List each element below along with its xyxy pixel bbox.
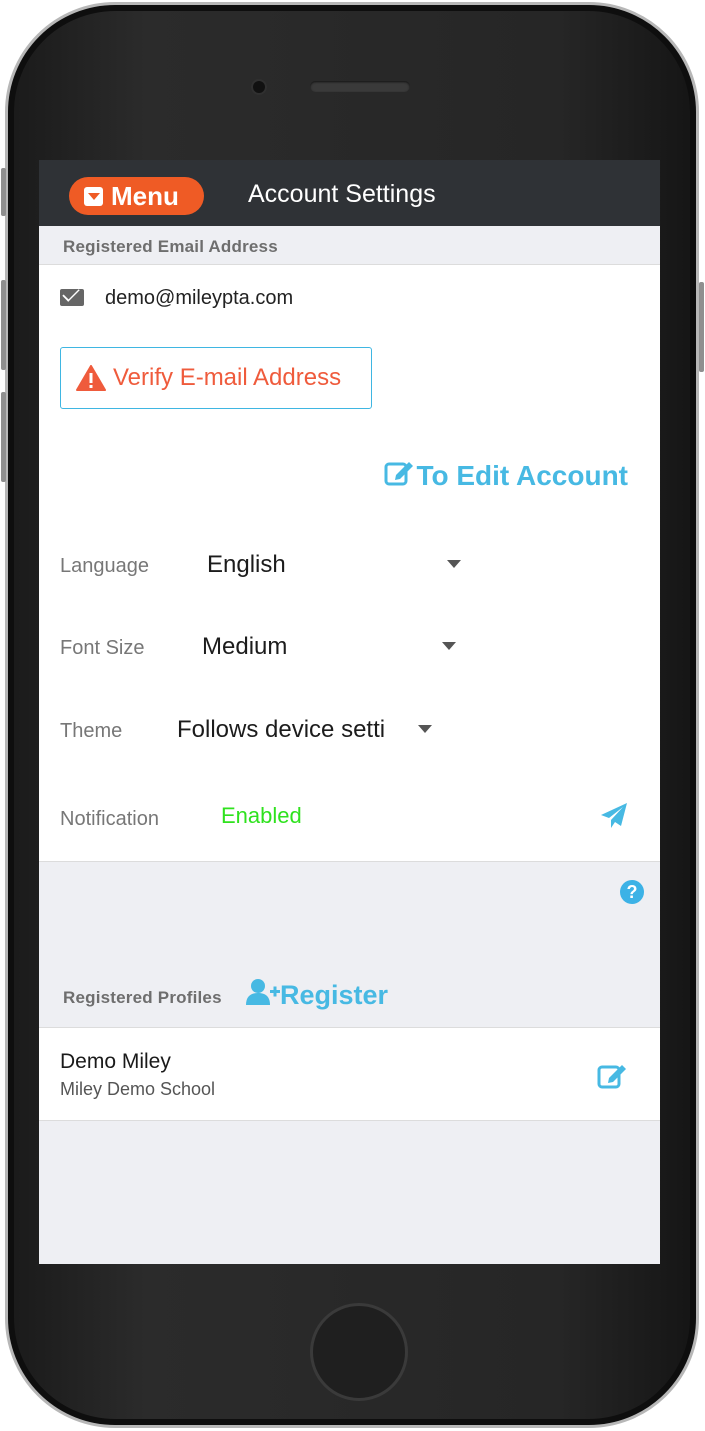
send-icon[interactable] — [599, 802, 629, 835]
font-size-select[interactable]: Medium — [202, 633, 287, 661]
notification-label: Notification — [60, 808, 159, 830]
help-icon[interactable]: ? — [620, 880, 644, 904]
chevron-down-icon[interactable] — [418, 725, 432, 733]
theme-label: Theme — [60, 720, 123, 742]
font-size-label: Font Size — [60, 637, 145, 659]
settings-panel: demo@mileypta.com Verify E-mail Address … — [39, 264, 660, 862]
list-item[interactable]: Demo Miley Miley Demo School — [39, 1027, 660, 1121]
edit-profile-icon[interactable] — [597, 1061, 629, 1094]
mute-switch — [1, 168, 6, 216]
camera-icon — [253, 81, 265, 93]
warning-icon — [76, 365, 106, 391]
add-user-icon — [246, 978, 280, 1013]
verify-email-label: Verify E-mail Address — [113, 364, 342, 391]
speaker-grille — [310, 81, 410, 92]
notification-status: Enabled — [221, 803, 302, 828]
profile-name: Demo Miley — [60, 1050, 171, 1073]
menu-caret-icon — [84, 186, 103, 206]
menu-label: Menu — [111, 181, 179, 211]
register-label: Register — [280, 980, 389, 1010]
mail-icon — [60, 289, 84, 306]
volume-down-button — [1, 392, 6, 482]
profiles-section-label: Registered Profiles — [63, 988, 222, 1007]
edit-account-label: To Edit Account — [416, 459, 628, 491]
volume-up-button — [1, 280, 6, 370]
menu-button[interactable]: Menu — [69, 177, 204, 215]
verify-email-button[interactable]: Verify E-mail Address — [60, 347, 372, 409]
edit-account-link[interactable]: To Edit Account — [384, 458, 628, 493]
chevron-down-icon[interactable] — [442, 642, 456, 650]
profile-school: Miley Demo School — [60, 1079, 216, 1099]
top-bar: Menu Account Settings — [39, 160, 660, 226]
home-button[interactable] — [310, 1303, 408, 1401]
email-section-label: Registered Email Address — [63, 237, 278, 256]
theme-select[interactable]: Follows device setti — [177, 716, 385, 744]
language-label: Language — [60, 555, 149, 577]
page-title: Account Settings — [248, 180, 436, 208]
power-button — [699, 282, 704, 372]
edit-icon — [384, 458, 414, 493]
register-profile-link[interactable]: Register — [246, 978, 388, 1013]
email-address: demo@mileypta.com — [105, 287, 294, 309]
app-screen: Menu Account Settings Registered Email A… — [39, 160, 660, 1264]
chevron-down-icon[interactable] — [447, 560, 461, 568]
language-select[interactable]: English — [207, 551, 286, 579]
